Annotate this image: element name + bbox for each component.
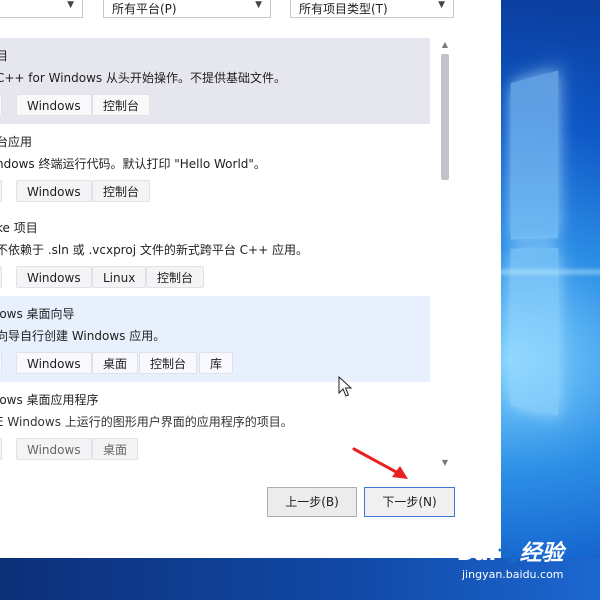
back-button[interactable]: 上一步(B) bbox=[267, 487, 357, 517]
template-windows-desktop-wizard[interactable]: lows 桌面向导 向导自行创建 Windows 应用。 Windows 桌面 … bbox=[0, 296, 430, 382]
chevron-down-icon: ▼ bbox=[67, 0, 74, 10]
template-console-app[interactable]: 台应用 ndows 终端运行代码。默认打印 "Hello World"。 Win… bbox=[0, 124, 430, 210]
template-title: 目 bbox=[0, 49, 9, 63]
template-tag: 桌面 bbox=[92, 438, 139, 460]
platform-filter-label: 所有平台(P) bbox=[112, 2, 177, 16]
project-type-filter-label: 所有项目类型(T) bbox=[299, 2, 388, 16]
red-arrow-icon bbox=[352, 447, 408, 479]
template-tag bbox=[0, 438, 2, 460]
scrollbar-thumb[interactable] bbox=[441, 54, 449, 180]
chevron-down-icon: ▼ bbox=[438, 0, 445, 10]
filter-bar: ▼ 所有平台(P) ▼ 所有项目类型(T) ▼ bbox=[0, 0, 501, 22]
template-description: 不依赖于 .sln 或 .vcxproj 文件的新式跨平台 C++ 应用。 bbox=[0, 243, 308, 257]
new-project-dialog: ▼ 所有平台(P) ▼ 所有项目类型(T) ▼ 目 C++ for Window… bbox=[0, 0, 501, 558]
template-tag: 控制台 bbox=[139, 352, 198, 374]
template-empty-project[interactable]: 目 C++ for Windows 从头开始操作。不提供基础文件。 Window… bbox=[0, 38, 430, 124]
chevron-down-icon: ▼ bbox=[255, 0, 262, 10]
template-tag: 库 bbox=[199, 352, 234, 374]
template-tag: 控制台 bbox=[92, 180, 151, 202]
baidu-logo: Bai🐾经验 bbox=[458, 535, 564, 567]
template-tag bbox=[0, 352, 2, 374]
watermark-logo-suffix: 经验 bbox=[519, 541, 564, 566]
project-type-filter-dropdown[interactable]: 所有项目类型(T) ▼ bbox=[290, 0, 454, 18]
template-tag: 桌面 bbox=[92, 352, 139, 374]
template-list-scrollbar[interactable]: ▲ ▼ bbox=[438, 38, 452, 470]
watermark-url: jingyan.baidu.com bbox=[462, 568, 564, 581]
template-tag bbox=[0, 180, 2, 202]
template-tag bbox=[0, 266, 2, 288]
windows-logo-graphic bbox=[510, 55, 600, 465]
platform-filter-dropdown[interactable]: 所有平台(P) ▼ bbox=[103, 0, 271, 18]
next-button[interactable]: 下一步(N) bbox=[364, 487, 455, 517]
template-description: ndows 终端运行代码。默认打印 "Hello World"。 bbox=[0, 157, 266, 171]
template-description: E Windows 上运行的图形用户界面的应用程序的项目。 bbox=[0, 415, 293, 429]
template-tag bbox=[0, 94, 2, 116]
template-title: lows 桌面向导 bbox=[0, 307, 75, 321]
template-description: C++ for Windows 从头开始操作。不提供基础文件。 bbox=[0, 71, 286, 85]
mouse-cursor-icon bbox=[338, 376, 352, 397]
template-tag: Linux bbox=[92, 266, 147, 288]
scroll-up-arrow-icon[interactable]: ▲ bbox=[438, 38, 452, 52]
paw-icon: 🐾 bbox=[497, 544, 520, 565]
template-title: ke 项目 bbox=[0, 221, 38, 235]
language-filter-dropdown[interactable]: ▼ bbox=[0, 0, 83, 18]
template-title: 台应用 bbox=[0, 135, 33, 149]
template-description: 向导自行创建 Windows 应用。 bbox=[0, 329, 166, 343]
template-cmake-project[interactable]: ke 项目 不依赖于 .sln 或 .vcxproj 文件的新式跨平台 C++ … bbox=[0, 210, 430, 296]
template-tag: Windows bbox=[16, 94, 92, 116]
template-tag: Windows bbox=[16, 352, 92, 374]
project-template-list: 目 C++ for Windows 从头开始操作。不提供基础文件。 Window… bbox=[0, 38, 430, 470]
template-tag: 控制台 bbox=[146, 266, 205, 288]
template-tag: Windows bbox=[16, 180, 92, 202]
template-tag: Windows bbox=[16, 266, 92, 288]
watermark-logo-text: Bai bbox=[458, 541, 498, 566]
baidu-jingyan-watermark: Bai🐾经验 jingyan.baidu.com bbox=[458, 535, 564, 581]
template-tag: 控制台 bbox=[92, 94, 151, 116]
scroll-down-arrow-icon[interactable]: ▼ bbox=[438, 456, 452, 470]
template-tag: Windows bbox=[16, 438, 92, 460]
template-title: lows 桌面应用程序 bbox=[0, 393, 99, 407]
